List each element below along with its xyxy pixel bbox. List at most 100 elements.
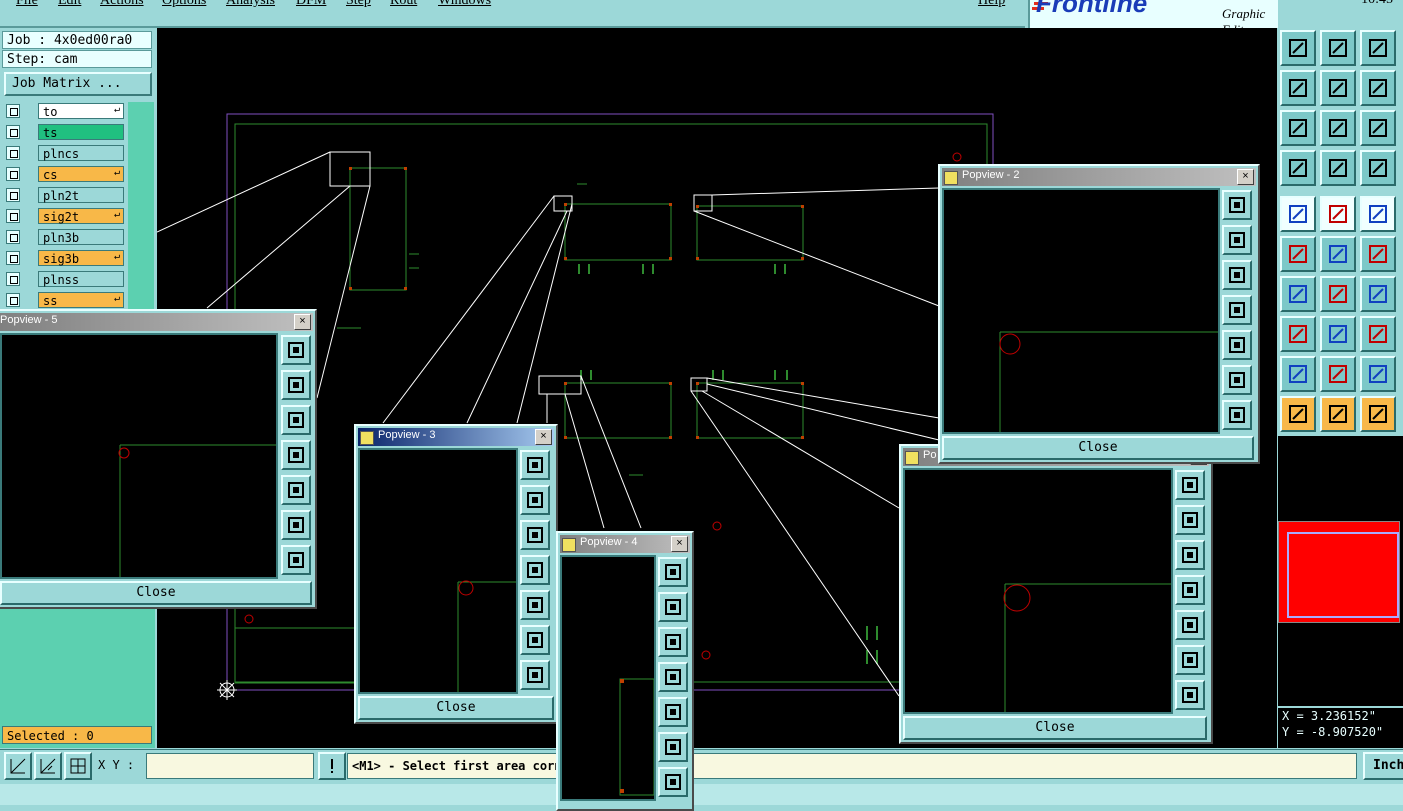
move-left-button[interactable] bbox=[1280, 70, 1316, 106]
layer-name[interactable]: sig3b bbox=[38, 250, 124, 266]
popview-popout-button[interactable] bbox=[281, 335, 311, 365]
measure-box-button[interactable] bbox=[1360, 316, 1396, 352]
snap-pad-button[interactable] bbox=[1280, 316, 1316, 352]
undo-view-button[interactable] bbox=[1360, 70, 1396, 106]
layer-name[interactable]: ss bbox=[38, 292, 124, 308]
popview-3-view[interactable] bbox=[358, 448, 518, 694]
zoom-area-button[interactable] bbox=[4, 752, 32, 780]
layer-row[interactable]: plnss bbox=[2, 270, 126, 289]
popview-3-titlebar[interactable]: Popview - 3 × bbox=[358, 428, 554, 446]
triangle-small-button[interactable] bbox=[1280, 356, 1316, 392]
tools-button[interactable] bbox=[1280, 150, 1316, 186]
units-button[interactable]: Inch bbox=[1363, 752, 1403, 780]
layer-checkbox[interactable] bbox=[6, 146, 20, 160]
layer-row[interactable]: pln3b bbox=[2, 228, 126, 247]
grid-button[interactable] bbox=[1320, 150, 1356, 186]
popview-popout-button[interactable] bbox=[658, 557, 688, 587]
popview-zoom-in-button[interactable] bbox=[1175, 645, 1205, 675]
menu-edit[interactable]: Edit bbox=[58, 0, 81, 9]
popview-2-titlebar[interactable]: Popview - 2 × bbox=[942, 168, 1256, 186]
popview-5-view[interactable] bbox=[0, 333, 278, 579]
popview-move-right-button[interactable] bbox=[281, 475, 311, 505]
layer-name[interactable]: pln2t bbox=[38, 187, 124, 203]
job-matrix-button[interactable]: Job Matrix ... bbox=[4, 72, 152, 96]
menu-actions[interactable]: Actions bbox=[100, 0, 144, 9]
move-down-button[interactable] bbox=[1320, 30, 1356, 66]
menu-step[interactable]: Step bbox=[346, 0, 371, 9]
popview-zoom-fit-button[interactable] bbox=[281, 545, 311, 575]
popview-4-titlebar[interactable]: Popview - 4 × bbox=[560, 535, 690, 553]
fit-view-button[interactable] bbox=[1280, 110, 1316, 146]
popview-move-left-button[interactable] bbox=[520, 555, 550, 585]
select-arrow-button[interactable] bbox=[1280, 396, 1316, 432]
popview-move-up-button[interactable] bbox=[281, 370, 311, 400]
layer-toggle-button[interactable] bbox=[1360, 150, 1396, 186]
popview-3-close-button[interactable]: Close bbox=[358, 696, 554, 720]
pad-select-button[interactable] bbox=[1280, 196, 1316, 232]
connect-nodes-button[interactable] bbox=[1280, 236, 1316, 272]
color-swatch[interactable] bbox=[1278, 521, 1400, 623]
alert-button[interactable] bbox=[318, 752, 346, 780]
menu-dfm[interactable]: DFM bbox=[296, 0, 326, 9]
popview-4-view[interactable] bbox=[560, 555, 656, 801]
popview-popout-button[interactable] bbox=[1175, 470, 1205, 500]
popview-popout-button[interactable] bbox=[1222, 190, 1252, 220]
popview-zoom-in-button[interactable] bbox=[1222, 365, 1252, 395]
popview-5-titlebar[interactable]: Popview - 5 × bbox=[0, 313, 313, 331]
popview-3-close-icon[interactable]: × bbox=[535, 429, 552, 445]
layer-row[interactable]: ts bbox=[2, 123, 126, 142]
popview-2-close-button[interactable]: Close bbox=[942, 436, 1254, 460]
popview-move-right-button[interactable] bbox=[1222, 330, 1252, 360]
menu-options[interactable]: Options bbox=[162, 0, 206, 9]
popview-move-down-button[interactable] bbox=[1222, 260, 1252, 290]
delete-x-button[interactable] bbox=[1320, 236, 1356, 272]
layer-row[interactable]: ss ↵ bbox=[2, 291, 126, 310]
popview-zoom-fit-button[interactable] bbox=[520, 660, 550, 690]
popview-2-view[interactable] bbox=[942, 188, 1220, 434]
layer-row[interactable]: to ↵ bbox=[2, 102, 126, 121]
layer-checkbox[interactable] bbox=[6, 188, 20, 202]
menu-rout[interactable]: Rout bbox=[390, 0, 417, 9]
clip-line-button[interactable] bbox=[1320, 196, 1356, 232]
layer-name[interactable]: to bbox=[38, 103, 124, 119]
ratio-1-2-button[interactable] bbox=[1360, 110, 1396, 146]
layer-name[interactable]: ts bbox=[38, 124, 124, 140]
move-up-button[interactable] bbox=[1280, 30, 1316, 66]
popview-zoom-fit-button[interactable] bbox=[1175, 680, 1205, 710]
layer-name[interactable]: plnss bbox=[38, 271, 124, 287]
popview-4-close-icon[interactable]: × bbox=[671, 536, 688, 552]
popview-zoom-fit-button[interactable] bbox=[1222, 400, 1252, 430]
angle-blue-button[interactable] bbox=[1320, 276, 1356, 312]
layer-checkbox[interactable] bbox=[6, 272, 20, 286]
layer-name[interactable]: cs bbox=[38, 166, 124, 182]
popview-move-down-button[interactable] bbox=[520, 520, 550, 550]
snap-grid-button[interactable] bbox=[64, 752, 92, 780]
layer-checkbox[interactable] bbox=[6, 209, 20, 223]
popview-1-view[interactable] bbox=[903, 468, 1173, 714]
popview-move-right-button[interactable] bbox=[520, 590, 550, 620]
line-red-button[interactable] bbox=[1320, 316, 1356, 352]
menu-help[interactable]: Help bbox=[978, 0, 1005, 9]
ruler-button[interactable] bbox=[1360, 196, 1396, 232]
layer-checkbox[interactable] bbox=[6, 251, 20, 265]
measure-button[interactable] bbox=[34, 752, 62, 780]
popview-zoom-in-button[interactable] bbox=[281, 510, 311, 540]
menu-file[interactable]: File bbox=[16, 0, 38, 9]
layer-checkbox[interactable] bbox=[6, 125, 20, 139]
popview-move-up-button[interactable] bbox=[1222, 225, 1252, 255]
popview-5-close-button[interactable]: Close bbox=[0, 581, 312, 605]
layer-row[interactable]: sig2t ↵ bbox=[2, 207, 126, 226]
select-orange-button[interactable] bbox=[1360, 396, 1396, 432]
popview-move-down-button[interactable] bbox=[1175, 540, 1205, 570]
layer-row[interactable]: sig3b ↵ bbox=[2, 249, 126, 268]
layer-row[interactable]: cs ↵ bbox=[2, 165, 126, 184]
layer-name[interactable]: sig2t bbox=[38, 208, 124, 224]
layer-checkbox[interactable] bbox=[6, 293, 20, 307]
window-menu-icon[interactable] bbox=[562, 538, 576, 552]
popview-2-close-icon[interactable]: × bbox=[1237, 169, 1254, 185]
home-button[interactable] bbox=[1360, 30, 1396, 66]
layer-name[interactable]: pln3b bbox=[38, 229, 124, 245]
select-box-button[interactable] bbox=[1320, 396, 1356, 432]
zoom-fit-button[interactable] bbox=[1320, 110, 1356, 146]
xy-input[interactable] bbox=[146, 753, 314, 779]
